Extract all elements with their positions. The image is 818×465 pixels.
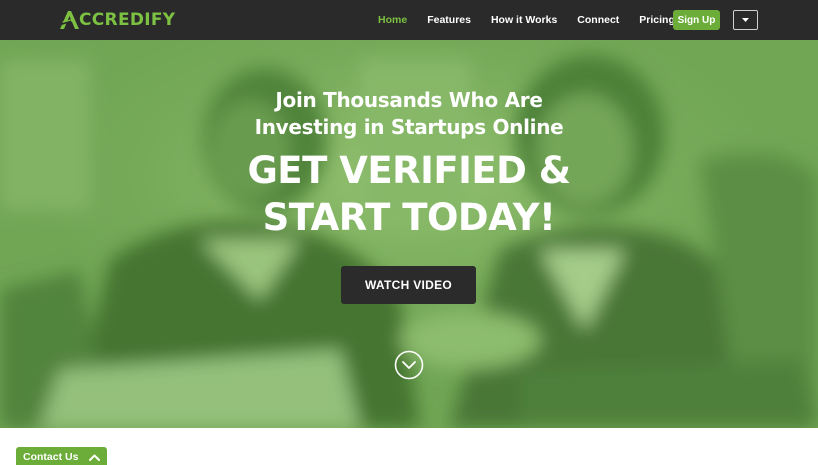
- brand-name: CCREDIFY: [79, 10, 176, 30]
- chevron-up-icon: [89, 454, 100, 461]
- contact-us-tab[interactable]: Contact Us: [16, 447, 107, 465]
- main-nav: Home Features How it Works Connect Pricing: [378, 0, 695, 40]
- hero-section: Join Thousands Who Are Investing in Star…: [0, 40, 818, 428]
- hero-subtitle-line-1: Join Thousands Who Are: [275, 88, 543, 112]
- nav-item-pricing[interactable]: Pricing: [639, 14, 675, 26]
- caret-down-icon: [742, 18, 749, 22]
- hero-headline: GET VERIFIED & START TODAY!: [0, 147, 818, 241]
- scroll-down-button[interactable]: [394, 350, 424, 380]
- menu-dropdown-button[interactable]: [733, 10, 758, 30]
- brand-logo[interactable]: CCREDIFY: [58, 9, 175, 31]
- watch-video-button[interactable]: WATCH VIDEO: [341, 266, 476, 304]
- sign-up-button[interactable]: Sign Up: [673, 10, 720, 30]
- hero-headline-line-2: START TODAY!: [262, 196, 556, 239]
- hero-headline-line-1: GET VERIFIED &: [247, 149, 571, 192]
- nav-item-features[interactable]: Features: [427, 14, 471, 26]
- nav-item-connect[interactable]: Connect: [577, 14, 619, 26]
- hero-subtitle: Join Thousands Who Are Investing in Star…: [0, 87, 818, 141]
- accredify-a-logo-icon: [59, 11, 79, 29]
- nav-item-home[interactable]: Home: [378, 14, 407, 26]
- nav-item-how-it-works[interactable]: How it Works: [491, 14, 557, 26]
- page: CCREDIFY Home Features How it Works Connect…: [0, 0, 818, 465]
- contact-us-label: Contact Us: [23, 451, 79, 463]
- chevron-down-circle-icon: [394, 350, 424, 380]
- hero-subtitle-line-2: Investing in Startups Online: [254, 115, 564, 139]
- top-navbar: CCREDIFY Home Features How it Works Connect…: [0, 0, 818, 40]
